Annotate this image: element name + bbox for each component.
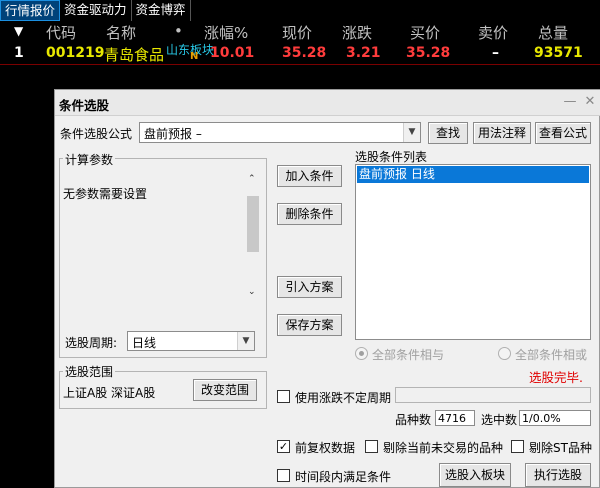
col-code[interactable]: 代码 (46, 22, 76, 43)
radio-selected-dot (359, 351, 364, 356)
forward-adjust-label: 前复权数据 (295, 441, 356, 455)
uncertain-period-checkbox[interactable] (277, 390, 290, 403)
row-change: 3.21 (346, 45, 381, 61)
row-bid: 35.28 (406, 45, 451, 61)
uncertain-period-field[interactable] (395, 387, 591, 403)
period-select[interactable]: 日线 ▼ (127, 331, 255, 351)
col-ask[interactable]: 卖价 (478, 22, 508, 43)
selected-value: 1/0.0% (519, 410, 591, 426)
scroll-down-icon[interactable]: ⌄ (248, 287, 256, 297)
col-change[interactable]: 涨跌 (342, 22, 372, 43)
params-scroll-thumb[interactable] (247, 196, 259, 252)
row-new-flag: N (190, 51, 199, 62)
range-group-caption: 选股范围 (63, 363, 116, 380)
col-bid[interactable]: 买价 (410, 22, 440, 43)
radio-all-or-label: 全部条件相或 (515, 348, 588, 362)
uncertain-period-label: 使用涨跌不定周期 (295, 391, 392, 405)
exclude-untraded-label: 剔除当前未交易的品种 (383, 441, 504, 455)
radio-all-or[interactable] (498, 347, 511, 360)
row-volume: 93571 (534, 45, 583, 61)
row-index: 1 (14, 45, 24, 61)
stock-screen-dialog: 条件选股 — ✕ 条件选股公式 盘前预报 – ▼ 查找 用法注释 查看公式 计算… (54, 89, 600, 488)
params-group-caption: 计算参数 (63, 151, 116, 168)
close-icon[interactable]: ✕ (581, 93, 599, 111)
row-code: 001219 (46, 45, 105, 61)
count-value: 4716 (435, 410, 475, 426)
find-button[interactable]: 查找 (428, 122, 468, 144)
add-condition-button[interactable]: 加入条件 (277, 165, 342, 187)
dialog-title: 条件选股 (59, 98, 110, 113)
minimize-icon[interactable]: — (561, 93, 579, 111)
scroll-up-icon[interactable]: ⌃ (248, 174, 256, 184)
exclude-untraded-checkbox[interactable] (365, 440, 378, 453)
col-name[interactable]: 名称 (106, 22, 136, 43)
exclude-st-label: 剔除ST品种 (529, 441, 592, 455)
col-volume[interactable]: 总量 (538, 22, 568, 43)
row-change-pct: 10.01 (210, 45, 255, 61)
sort-marker-icon: ▼ (14, 24, 24, 38)
radio-all-and-label: 全部条件相与 (372, 348, 445, 362)
usage-notes-button[interactable]: 用法注释 (473, 122, 531, 144)
condition-list-label: 选股条件列表 (355, 150, 428, 164)
params-scrollbar[interactable]: ⌃ ⌄ (246, 174, 260, 302)
forward-adjust-checkbox[interactable]: ✓ (277, 440, 290, 453)
col-price[interactable]: 现价 (282, 22, 312, 43)
row-divider (0, 64, 600, 65)
formula-label: 条件选股公式 (60, 127, 133, 141)
radio-all-and[interactable] (355, 347, 368, 360)
range-text: 上证A股 深证A股 (63, 386, 156, 400)
chevron-down-icon[interactable]: ▼ (237, 332, 254, 350)
execute-screen-button[interactable]: 执行选股 (525, 463, 591, 487)
exclude-st-checkbox[interactable] (511, 440, 524, 453)
period-label: 选股周期: (65, 336, 118, 350)
change-range-button[interactable]: 改变范围 (193, 379, 257, 401)
status-text: 选股完毕. (529, 370, 583, 385)
quote-header: ▼ 代码 名称 • 涨幅% 现价 涨跌 买价 卖价 总量 (0, 21, 600, 42)
row-price: 35.28 (282, 45, 327, 61)
tab-quote[interactable]: 行情报价 (0, 0, 61, 21)
tab-fund-drive[interactable]: 资金驱动力 (60, 0, 132, 21)
col-change-pct[interactable]: 涨幅% (204, 22, 248, 43)
condition-list-item[interactable]: 盘前预报 日线 (357, 166, 589, 183)
params-text: 无参数需要设置 (63, 187, 148, 201)
chevron-down-icon[interactable]: ▼ (403, 123, 420, 142)
count-label: 品种数 (395, 413, 432, 427)
time-range-label: 时间段内满足条件 (295, 470, 392, 484)
dialog-titlebar[interactable]: 条件选股 — ✕ (55, 90, 600, 116)
tab-bar: 行情报价 资金驱动力 资金博弈 (0, 0, 600, 21)
delete-condition-button[interactable]: 删除条件 (277, 203, 342, 225)
row-ask: – (492, 45, 499, 61)
app-window: { "tabs": ["行情报价", "资金驱动力", "资金博弈"], "qu… (0, 0, 600, 488)
tab-fund-game[interactable]: 资金博弈 (131, 0, 191, 21)
row-name: 青岛食品 (104, 46, 165, 64)
save-plan-button[interactable]: 保存方案 (277, 314, 342, 336)
selected-label: 选中数 (481, 413, 518, 427)
col-dot: • (174, 22, 183, 40)
import-plan-button[interactable]: 引入方案 (277, 276, 342, 298)
period-value: 日线 (132, 336, 157, 350)
condition-list[interactable]: 盘前预报 日线 (355, 164, 591, 340)
view-formula-button[interactable]: 查看公式 (535, 122, 591, 144)
add-to-sector-button[interactable]: 选股入板块 (439, 463, 511, 487)
formula-value: 盘前预报 – (144, 127, 202, 141)
time-range-checkbox[interactable] (277, 469, 290, 482)
formula-select[interactable]: 盘前预报 – ▼ (139, 122, 421, 143)
quote-row[interactable]: 1 001219 青岛食品 山东板块 N 10.01 35.28 3.21 35… (0, 42, 600, 64)
